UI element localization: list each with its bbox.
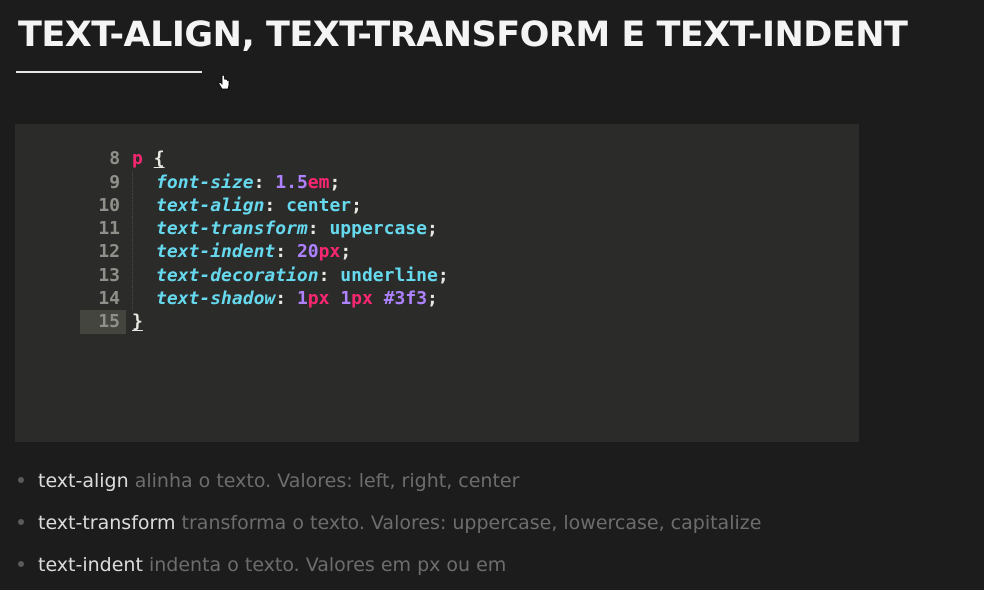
line-number: 15 (80, 310, 127, 334)
bullet-dot-icon (18, 560, 24, 567)
bullet-description: indenta o texto. Valores em px ou em (142, 554, 507, 576)
bullet-description: alinha o texto. Valores: left, right, ce… (128, 470, 520, 492)
title-underline (16, 71, 202, 73)
bullet-dot-icon (18, 476, 24, 483)
bullet-term: text-indent (38, 554, 143, 576)
slide-title: TEXT-ALIGN, TEXT-TRANSFORM E TEXT-INDENT (18, 15, 908, 55)
code-editor: 8p { 9 font-size: 1.5em; 10 text-align: ce… (15, 124, 859, 442)
list-item: text-align alinha o texto. Valores: left… (16, 463, 761, 505)
code-line: 11 text-transform: uppercase; (15, 194, 859, 241)
bullet-list: text-align alinha o texto. Valores: left… (16, 463, 761, 589)
code-line: 9 font-size: 1.5em; (15, 147, 859, 194)
list-item: text-transform transforma o texto. Valor… (16, 505, 761, 547)
code-line: 14 text-shadow: 1px 1px #3f3; (15, 264, 859, 311)
code-line: 12 text-indent: 20px; (15, 217, 859, 264)
code-line: 10 text-align: center; (15, 171, 859, 217)
bullet-term: text-align (38, 470, 129, 492)
hand-pointer-icon (218, 74, 230, 90)
list-item: text-indent indenta o texto. Valores em … (16, 547, 761, 589)
bullet-description: transforma o texto. Valores: uppercase, … (175, 512, 762, 534)
code-line: 13 text-decoration: underline; (15, 240, 859, 287)
code-line-active: 15} (15, 287, 859, 334)
bullet-dot-icon (18, 518, 24, 525)
bullet-term: text-transform (38, 512, 176, 534)
slide: TEXT-ALIGN, TEXT-TRANSFORM E TEXT-INDENT… (0, 0, 984, 590)
code-line: 8p { (15, 124, 859, 169)
close-brace: } (132, 311, 143, 333)
